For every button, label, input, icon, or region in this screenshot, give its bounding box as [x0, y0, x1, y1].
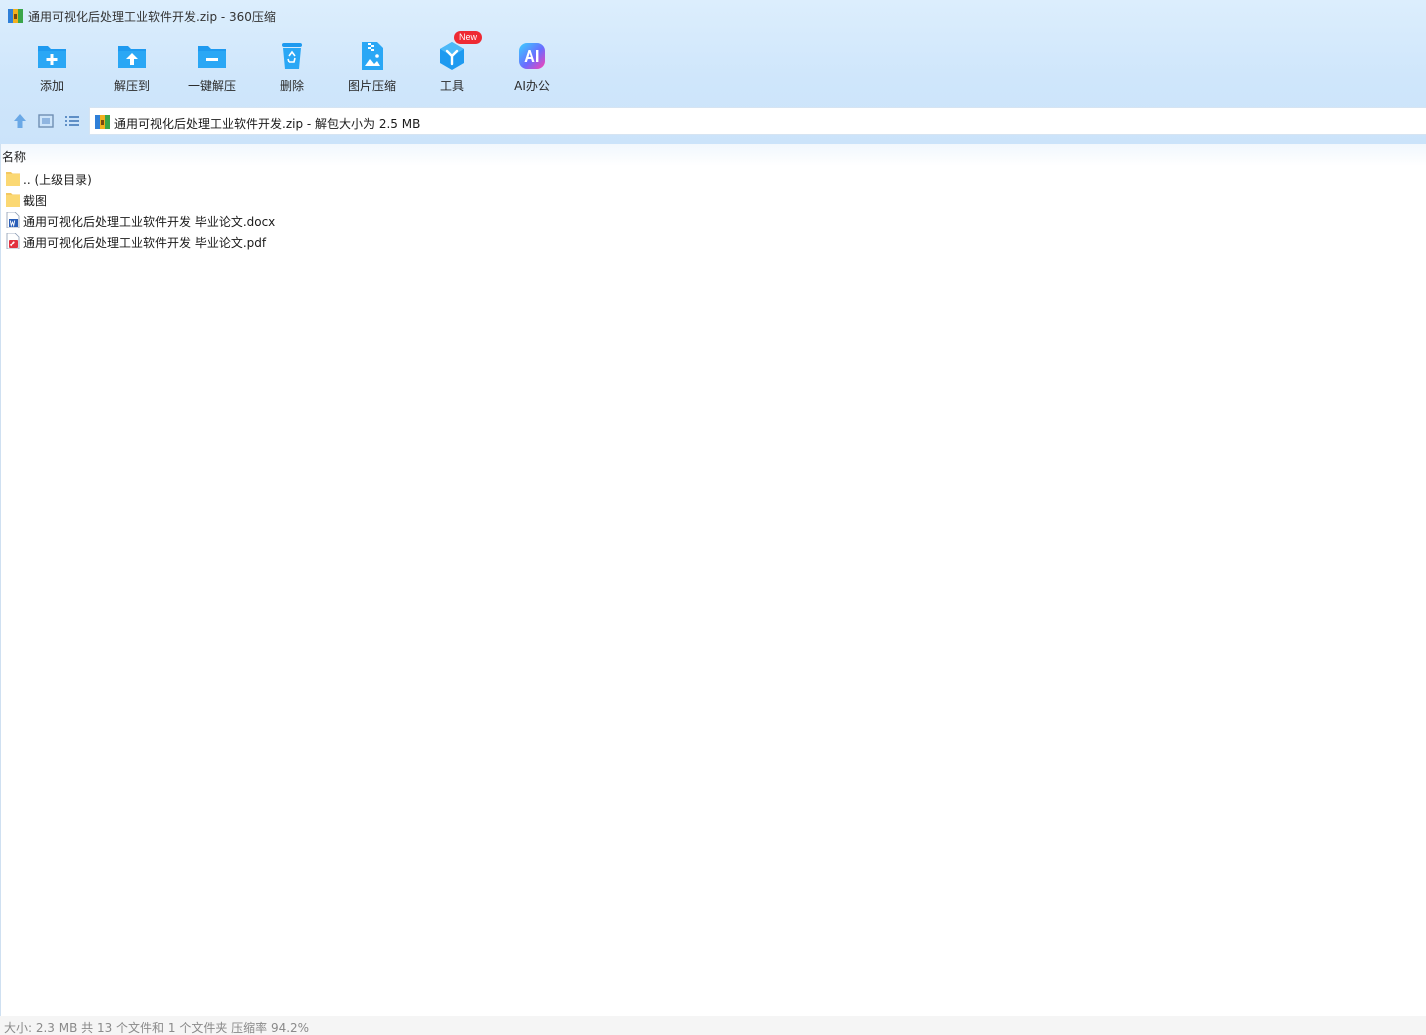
- extract-to-button[interactable]: 解压到: [92, 36, 172, 100]
- new-badge: New: [454, 31, 483, 44]
- list-item-file[interactable]: 通用可视化后处理工业软件开发 毕业论文.docx: [6, 210, 606, 230]
- recycle-bin-icon: [282, 43, 302, 69]
- extract-to-label: 解压到: [113, 79, 150, 93]
- file-name: 通用可视化后处理工业软件开发 毕业论文.docx: [23, 215, 276, 229]
- file-name: .. (上级目录): [23, 173, 92, 187]
- one-click-extract-icon: [198, 46, 226, 68]
- add-button[interactable]: 添加: [12, 36, 92, 100]
- thumbnail-view-icon[interactable]: [37, 112, 55, 130]
- pdf-icon: [6, 233, 20, 249]
- file-name: 截图: [23, 194, 48, 208]
- add-folder-icon: [38, 46, 66, 68]
- status-bar: 大小: 2.3 MB 共 13 个文件和 1 个文件夹 压缩率 94.2%: [0, 1016, 1426, 1035]
- list-item-parent-directory[interactable]: .. (上级目录): [6, 168, 606, 188]
- image-compress-button[interactable]: 图片压缩: [332, 36, 412, 100]
- tools-cube-icon: [440, 42, 464, 70]
- address-text: 通用可视化后处理工业软件开发.zip - 解包大小为 2.5 MB: [114, 117, 421, 131]
- add-label: 添加: [39, 79, 64, 93]
- extract-to-icon: [118, 46, 146, 68]
- title-bar: 通用可视化后处理工业软件开发.zip - 360压缩: [0, 0, 1426, 32]
- address-bar[interactable]: 通用可视化后处理工业软件开发.zip - 解包大小为 2.5 MB: [89, 107, 1426, 135]
- up-arrow-icon[interactable]: [11, 112, 29, 130]
- zip-archive-icon: [95, 115, 110, 129]
- tools-button[interactable]: New 工具: [412, 31, 492, 100]
- zip-archive-icon: [8, 9, 23, 23]
- navigation-row: 通用可视化后处理工业软件开发.zip - 解包大小为 2.5 MB: [0, 106, 1426, 136]
- folder-icon: [6, 193, 20, 207]
- folder-icon: [6, 172, 20, 186]
- file-name: 通用可视化后处理工业软件开发 毕业论文.pdf: [23, 236, 267, 250]
- column-header-name[interactable]: 名称: [2, 148, 26, 165]
- image-compress-icon: [362, 42, 383, 70]
- list-item-file[interactable]: 通用可视化后处理工业软件开发 毕业论文.pdf: [6, 231, 606, 251]
- ai-office-label: AI办公: [514, 79, 550, 93]
- ai-office-icon: [519, 43, 545, 69]
- word-doc-icon: [6, 212, 20, 228]
- window-title: 通用可视化后处理工业软件开发.zip - 360压缩: [28, 10, 276, 24]
- file-list: 名称 .. (上级目录) 截图 通用可视化后处理工业软件开发 毕业论文.docx: [0, 144, 1426, 1016]
- image-compress-label: 图片压缩: [347, 79, 396, 93]
- status-text: 大小: 2.3 MB 共 13 个文件和 1 个文件夹 压缩率 94.2%: [4, 1021, 310, 1035]
- one-click-extract-button[interactable]: 一键解压: [172, 36, 252, 100]
- window-chrome: 通用可视化后处理工业软件开发.zip - 360压缩 添加 解压到 一键解压 删…: [0, 0, 1426, 144]
- tools-label: 工具: [439, 79, 464, 93]
- list-view-icon[interactable]: [63, 112, 81, 130]
- list-item-folder[interactable]: 截图: [6, 189, 606, 209]
- ai-office-button[interactable]: AI办公: [492, 36, 572, 100]
- app-window: 通用可视化后处理工业软件开发.zip - 360压缩 添加 解压到 一键解压 删…: [0, 0, 1426, 1035]
- delete-button[interactable]: 删除: [252, 36, 332, 100]
- one-click-extract-label: 一键解压: [187, 79, 236, 93]
- delete-label: 删除: [279, 79, 304, 93]
